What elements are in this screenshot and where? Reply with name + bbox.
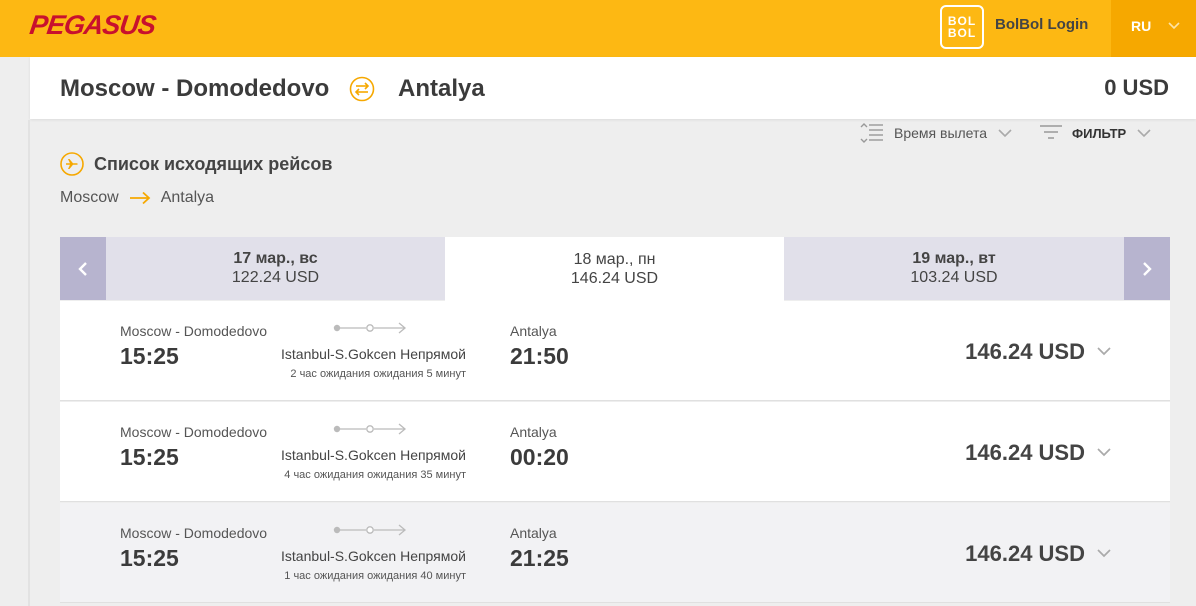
- airplane-icon: [60, 152, 84, 176]
- sort-icon: [860, 123, 883, 143]
- route-path-icon: [333, 524, 407, 536]
- chevron-down-icon[interactable]: [1096, 446, 1112, 458]
- bolbol-badge-bottom: BOL: [947, 26, 977, 40]
- flight-row[interactable]: Moscow - Domodedovo 15:25 Istanbul-S.Gok…: [60, 301, 1170, 401]
- chevron-down-icon[interactable]: [1096, 547, 1112, 559]
- arrow-right-icon: [129, 191, 151, 205]
- date-tab-date: 18 мар., пн: [573, 250, 656, 268]
- arrival-time: 21:25: [510, 545, 569, 571]
- transfer-info: Istanbul-S.Gokcen Непрямой: [281, 346, 466, 362]
- filter-dropdown[interactable]: ФИЛЬТР: [1040, 121, 1154, 145]
- departure-time: 15:25: [120, 444, 179, 470]
- date-tab-date: 19 мар., вт: [912, 250, 996, 267]
- chevron-down-icon: [1168, 22, 1180, 30]
- date-tab[interactable]: 17 мар., вс 122.24 USD: [106, 237, 445, 300]
- filter-label: ФИЛЬТР: [1072, 125, 1127, 141]
- flight-price[interactable]: 146.24 USD: [965, 339, 1085, 365]
- filter-icon: [1040, 125, 1062, 139]
- route-destination: Antalya: [398, 75, 485, 102]
- layover-duration: 2 час ожидания ожидания 5 минут: [290, 368, 466, 380]
- flight-price[interactable]: 146.24 USD: [965, 541, 1085, 567]
- flight-row[interactable]: Moscow - Domodedovo 15:25 Istanbul-S.Gok…: [60, 503, 1170, 603]
- date-tab-price: 146.24 USD: [570, 269, 659, 287]
- flight-list-header: Список исходящих рейсов: [60, 152, 332, 176]
- sort-dropdown[interactable]: Время вылета: [860, 121, 1015, 145]
- language-label: RU: [1131, 18, 1152, 34]
- flight-price[interactable]: 146.24 USD: [965, 440, 1085, 466]
- breadcrumb: Moscow Antalya: [60, 189, 214, 207]
- date-tab-price: 103.24 USD: [910, 269, 998, 286]
- crumb-destination: Antalya: [160, 189, 215, 206]
- sort-label: Время вылета: [894, 125, 988, 141]
- departure-time: 15:25: [120, 545, 179, 571]
- left-divider: [28, 120, 30, 606]
- flight-row[interactable]: Moscow - Domodedovo 15:25 Istanbul-S.Gok…: [60, 402, 1170, 502]
- chevron-down-icon: [1137, 129, 1151, 138]
- chevron-right-icon: [1143, 261, 1152, 276]
- route-origin: Moscow - Domodedovo: [60, 75, 330, 102]
- bolbol-logo-icon[interactable]: BOL BOL: [940, 5, 984, 49]
- route-summary-bar: Moscow - Domodedovo Antalya 0 USD: [30, 57, 1196, 119]
- transfer-info: Istanbul-S.Gokcen Непрямой: [281, 548, 466, 564]
- chevron-left-icon: [78, 261, 87, 276]
- swap-icon[interactable]: [349, 76, 375, 102]
- arrival-time: 21:50: [510, 343, 569, 369]
- layover-duration: 1 час ожидания ожидания 40 минут: [284, 570, 466, 582]
- previous-date-button[interactable]: [60, 237, 106, 300]
- route-path-icon: [333, 322, 407, 334]
- date-tab[interactable]: 19 мар., вт 103.24 USD: [784, 237, 1124, 300]
- flight-list-title: Список исходящих рейсов: [94, 153, 333, 174]
- flight-origin: Moscow - Domodedovo: [120, 525, 268, 541]
- arrival-time: 00:20: [510, 444, 569, 470]
- transfer-info: Istanbul-S.Gokcen Непрямой: [281, 447, 466, 463]
- crumb-origin: Moscow: [60, 189, 119, 206]
- layover-duration: 4 час ожидания ожидания 35 минут: [284, 469, 466, 481]
- flight-origin: Moscow - Domodedovo: [120, 424, 268, 440]
- chevron-down-icon[interactable]: [1096, 345, 1112, 357]
- flight-destination: Antalya: [510, 525, 557, 541]
- pegasus-logo[interactable]: PEGASUS: [28, 10, 157, 41]
- departure-time: 15:25: [120, 343, 179, 369]
- total-price: 0 USD: [1104, 75, 1169, 100]
- date-selector: 17 мар., вс 122.24 USD 18 мар., пн 146.2…: [60, 237, 1170, 301]
- date-tab-date: 17 мар., вс: [233, 250, 318, 267]
- next-date-button[interactable]: [1124, 237, 1170, 300]
- flight-origin: Moscow - Domodedovo: [120, 323, 268, 339]
- chevron-down-icon: [998, 129, 1012, 138]
- top-header: PEGASUS BOL BOL BolBol Login RU: [0, 0, 1196, 57]
- flight-destination: Antalya: [510, 323, 557, 339]
- route-path-icon: [333, 423, 407, 435]
- bolbol-login-link[interactable]: BolBol Login: [995, 16, 1088, 33]
- flight-destination: Antalya: [510, 424, 557, 440]
- date-tab-selected[interactable]: 18 мар., пн 146.24 USD: [445, 237, 784, 301]
- language-selector[interactable]: RU: [1111, 0, 1196, 57]
- date-tab-price: 122.24 USD: [231, 269, 320, 286]
